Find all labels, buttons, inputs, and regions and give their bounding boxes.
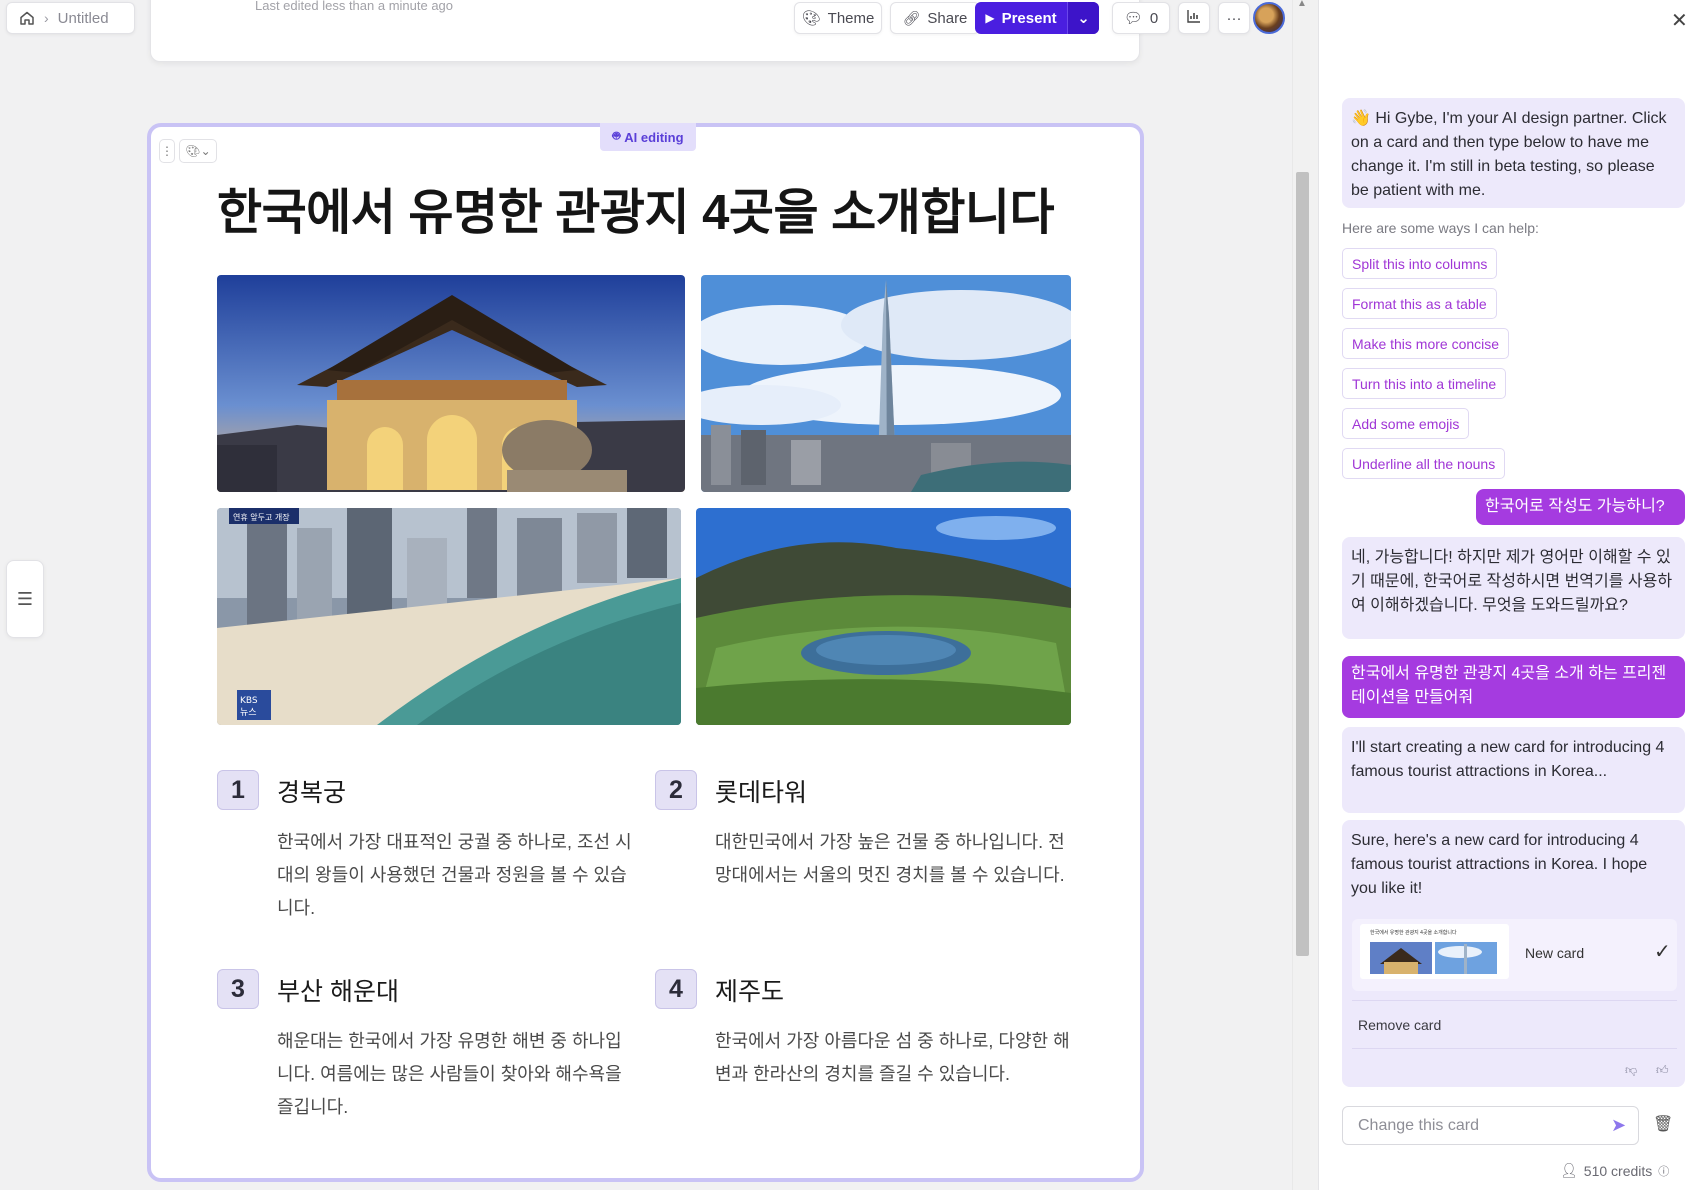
share-button[interactable]: 🔗︎ Share xyxy=(890,2,980,34)
remove-card-button[interactable]: Remove card xyxy=(1358,1017,1441,1033)
suggestion-split-columns[interactable]: Split this into columns xyxy=(1342,248,1498,279)
suggestion-emojis[interactable]: Add some emojis xyxy=(1342,408,1470,439)
item-number: 2 xyxy=(655,770,697,810)
divider xyxy=(1352,1048,1677,1049)
ai-greeting-message: 👋 Hi Gybe, I'm your AI design partner. C… xyxy=(1342,98,1685,208)
credits-display[interactable]: 👤︎ 510 credits ⓘ xyxy=(1560,1162,1669,1179)
item-description: 한국에서 가장 대표적인 궁궐 중 하나로, 조선 시대의 왕들이 사용했던 건… xyxy=(277,832,632,918)
present-button[interactable]: ▶ Present ⌄ xyxy=(975,2,1099,34)
suggestion-underline-nouns[interactable]: Underline all the nouns xyxy=(1342,448,1506,479)
link-icon: 🔗︎ xyxy=(902,9,921,26)
item-name: 롯데타워 xyxy=(715,779,808,807)
home-icon[interactable] xyxy=(19,10,35,26)
editor-scrollbar-thumb[interactable] xyxy=(1296,172,1309,956)
user-icon: 👤︎ xyxy=(1560,1162,1578,1178)
info-icon: ⓘ xyxy=(1658,1165,1670,1178)
robot-icon: 🤖︎ xyxy=(612,128,621,143)
play-icon: ▶ xyxy=(985,11,995,25)
card-style-button[interactable]: 🎨︎⌄ xyxy=(179,139,217,163)
ai-result-message: Sure, here's a new card for introducing … xyxy=(1342,820,1685,1087)
ai-reply-1: 네, 가능합니다! 하지만 제가 영어만 이해할 수 있기 때문에, 한국어로 … xyxy=(1342,537,1685,639)
credits-label: 510 credits xyxy=(1583,1162,1653,1179)
kbs-news-logo: KBS xyxy=(240,696,258,706)
user-message-2: 한국에서 유명한 관광지 4곳을 소개 하는 프리젠테이션을 만들어줘 xyxy=(1342,656,1685,718)
suggestion-format-table[interactable]: Format this as a table xyxy=(1342,288,1497,319)
thumbs-down-icon[interactable]: 👎︎ xyxy=(1625,1063,1637,1078)
ai-reply-3: Sure, here's a new card for introducing … xyxy=(1351,832,1648,897)
lotte-tower-photo[interactable] xyxy=(701,275,1071,492)
chevron-right-icon: › xyxy=(44,10,49,26)
user-message-1: 한국어로 작성도 가능하니? xyxy=(1476,489,1685,525)
change-card-input-box: ➤ xyxy=(1342,1106,1639,1145)
divider xyxy=(1352,1000,1677,1001)
item-description: 한국에서 가장 아름다운 섬 중 하나로, 다양한 해변과 한라산의 경치를 즐… xyxy=(715,1031,1070,1084)
comments-count: 0 xyxy=(1149,9,1159,27)
item-number: 4 xyxy=(655,969,697,1009)
bar-chart-icon xyxy=(1187,9,1201,27)
menu-icon: ☰ xyxy=(16,588,34,609)
item-name: 제주도 xyxy=(715,978,785,1006)
close-icon[interactable]: ✕ xyxy=(1671,8,1688,33)
item-name: 경복궁 xyxy=(277,779,347,807)
trash-icon[interactable]: 🗑︎ xyxy=(1653,1114,1673,1134)
item-name: 부산 해운대 xyxy=(277,978,399,1006)
ai-reply-2: I'll start creating a new card for intro… xyxy=(1342,727,1685,813)
present-dropdown-chevron-icon[interactable]: ⌄ xyxy=(1067,2,1099,34)
palette-icon: 🎨︎ xyxy=(801,10,821,27)
breadcrumb: › Untitled xyxy=(6,2,135,34)
item-description: 대한민국에서 가장 높은 건물 중 하나입니다. 전망대에서는 서울의 멋진 경… xyxy=(715,832,1065,885)
svg-text:연휴 앞두고 개장: 연휴 앞두고 개장 xyxy=(233,512,290,522)
theme-label: Theme xyxy=(827,9,875,27)
theme-button[interactable]: 🎨︎ Theme xyxy=(794,2,882,34)
outline-toggle-button[interactable]: ☰ xyxy=(6,560,44,638)
change-card-input[interactable] xyxy=(1343,1107,1603,1144)
ai-editing-badge: 🤖︎ AI editing xyxy=(600,123,696,151)
help-title: Here are some ways I can help: xyxy=(1342,220,1539,236)
suggestion-timeline[interactable]: Turn this into a timeline xyxy=(1342,368,1507,399)
item-description: 해운대는 한국에서 가장 유명한 해변 중 하나입니다. 여름에는 많은 사람들… xyxy=(277,1031,622,1117)
new-card-preview[interactable]: 한국에서 유명한 관광지 4곳을 소개합니다 New card ✓ xyxy=(1352,919,1677,991)
present-label: Present xyxy=(1001,9,1057,27)
scroll-up-arrow-icon[interactable]: ▲ xyxy=(1297,0,1307,9)
new-card-thumbnail: 한국에서 유명한 관광지 4곳을 소개합니다 xyxy=(1360,924,1509,979)
gyeongbokgung-photo[interactable] xyxy=(217,275,685,492)
ellipsis-icon: ··· xyxy=(1226,9,1242,27)
breadcrumb-doc-title[interactable]: Untitled xyxy=(58,10,109,27)
slide-title[interactable]: 한국에서 유명한 관광지 4곳을 소개합니다 xyxy=(217,173,1055,244)
card-tools: ⋮ 🎨︎⌄ xyxy=(159,139,217,163)
comment-icon: 💬︎ xyxy=(1123,10,1143,27)
ai-editing-label: AI editing xyxy=(624,129,684,145)
haeundae-beach-photo[interactable]: KBS 뉴스 연휴 앞두고 개장 xyxy=(217,508,681,725)
new-card-label: New card xyxy=(1525,945,1585,961)
item-number: 1 xyxy=(217,770,259,810)
item-number: 3 xyxy=(217,969,259,1009)
analytics-button[interactable] xyxy=(1178,2,1210,34)
drag-handle-icon[interactable]: ⋮ xyxy=(159,139,175,163)
send-icon[interactable]: ➤ xyxy=(1611,1115,1626,1136)
jeju-crater-photo[interactable] xyxy=(696,508,1071,725)
thumbs-up-icon[interactable]: 👍︎ xyxy=(1656,1063,1669,1078)
suggestion-more-concise[interactable]: Make this more concise xyxy=(1342,328,1510,359)
checkmark-icon: ✓ xyxy=(1654,941,1671,963)
svg-text:뉴스: 뉴스 xyxy=(240,707,257,718)
comments-button[interactable]: 💬︎ 0 xyxy=(1112,2,1170,34)
avatar[interactable] xyxy=(1253,2,1285,34)
last-edited-text: Last edited less than a minute ago xyxy=(255,0,454,13)
present-main[interactable]: ▶ Present xyxy=(975,2,1067,34)
slide-card[interactable]: 🤖︎ AI editing ⋮ 🎨︎⌄ 한국에서 유명한 관광지 4곳을 소개합… xyxy=(147,123,1144,1182)
more-options-button[interactable]: ··· xyxy=(1218,2,1250,34)
share-label: Share xyxy=(927,9,968,27)
